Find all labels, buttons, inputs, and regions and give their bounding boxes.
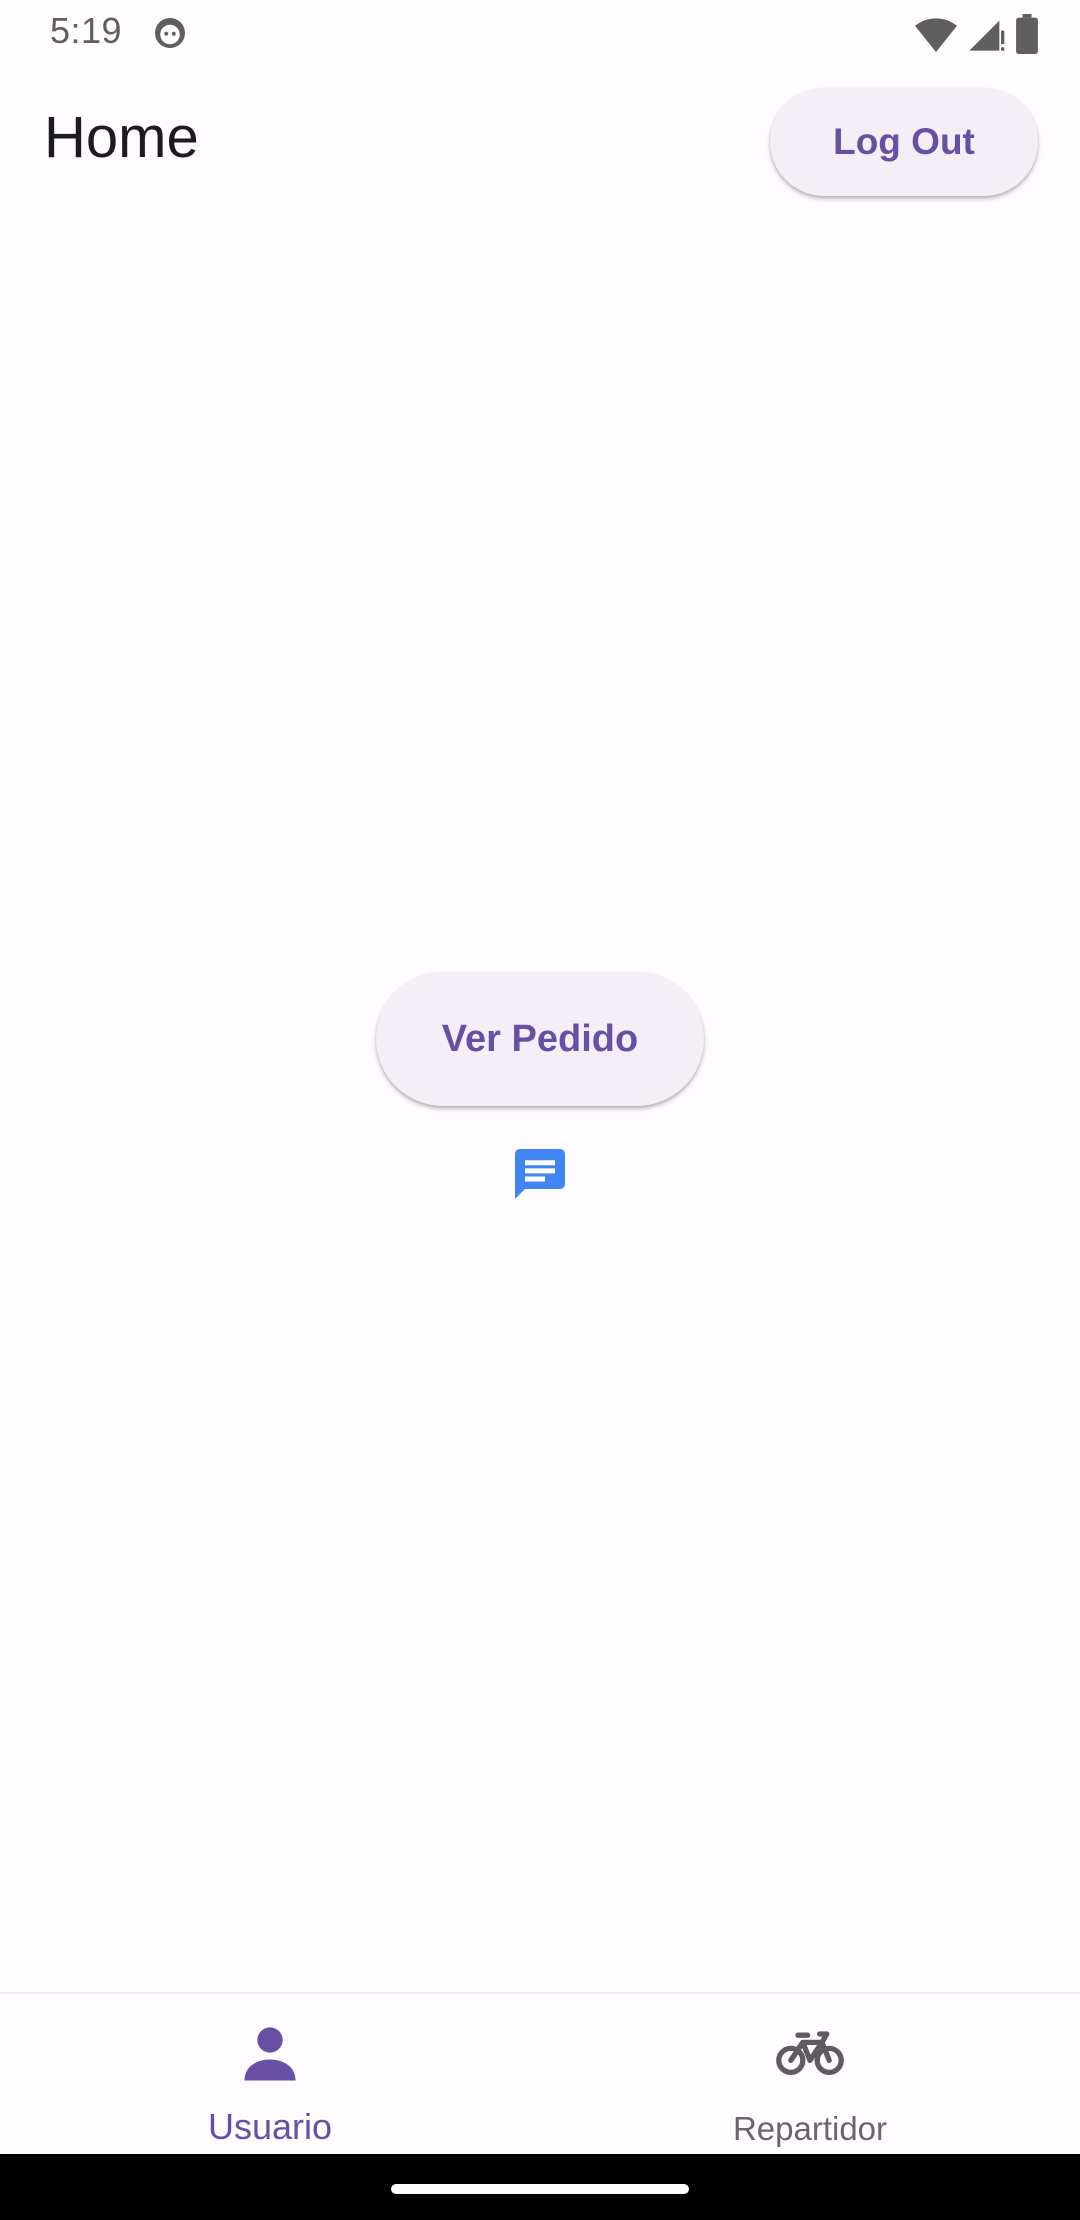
status-icons — [914, 14, 1040, 54]
ver-pedido-button[interactable]: Ver Pedido — [376, 972, 704, 1106]
bicycle-icon — [776, 2031, 844, 2076]
app-notification-icon — [155, 18, 185, 48]
nav-label-usuario: Usuario — [207, 2106, 333, 2147]
page-title: Home — [44, 105, 199, 170]
nav-item-repartidor[interactable]: Repartidor — [540, 1994, 1080, 2156]
person-icon — [244, 2027, 296, 2081]
logout-button[interactable]: Log Out — [770, 88, 1038, 196]
gesture-handle[interactable] — [391, 2184, 689, 2194]
chat-message-icon[interactable] — [510, 1144, 570, 1204]
app-bar: Home Log Out — [0, 66, 1080, 216]
nav-item-usuario[interactable]: Usuario — [0, 1994, 540, 2156]
nav-label-repartidor: Repartidor — [732, 2110, 888, 2147]
status-bar: 5:19 — [0, 0, 1080, 66]
system-navigation-bar — [0, 2154, 1080, 2220]
status-time: 5:19 — [50, 10, 123, 51]
battery-icon — [1016, 14, 1038, 54]
signal-icon — [969, 20, 1005, 51]
main-content: Ver Pedido — [0, 216, 1080, 1992]
wifi-icon — [915, 18, 957, 53]
bottom-navigation: Usuario Repartidor — [0, 1992, 1080, 2156]
